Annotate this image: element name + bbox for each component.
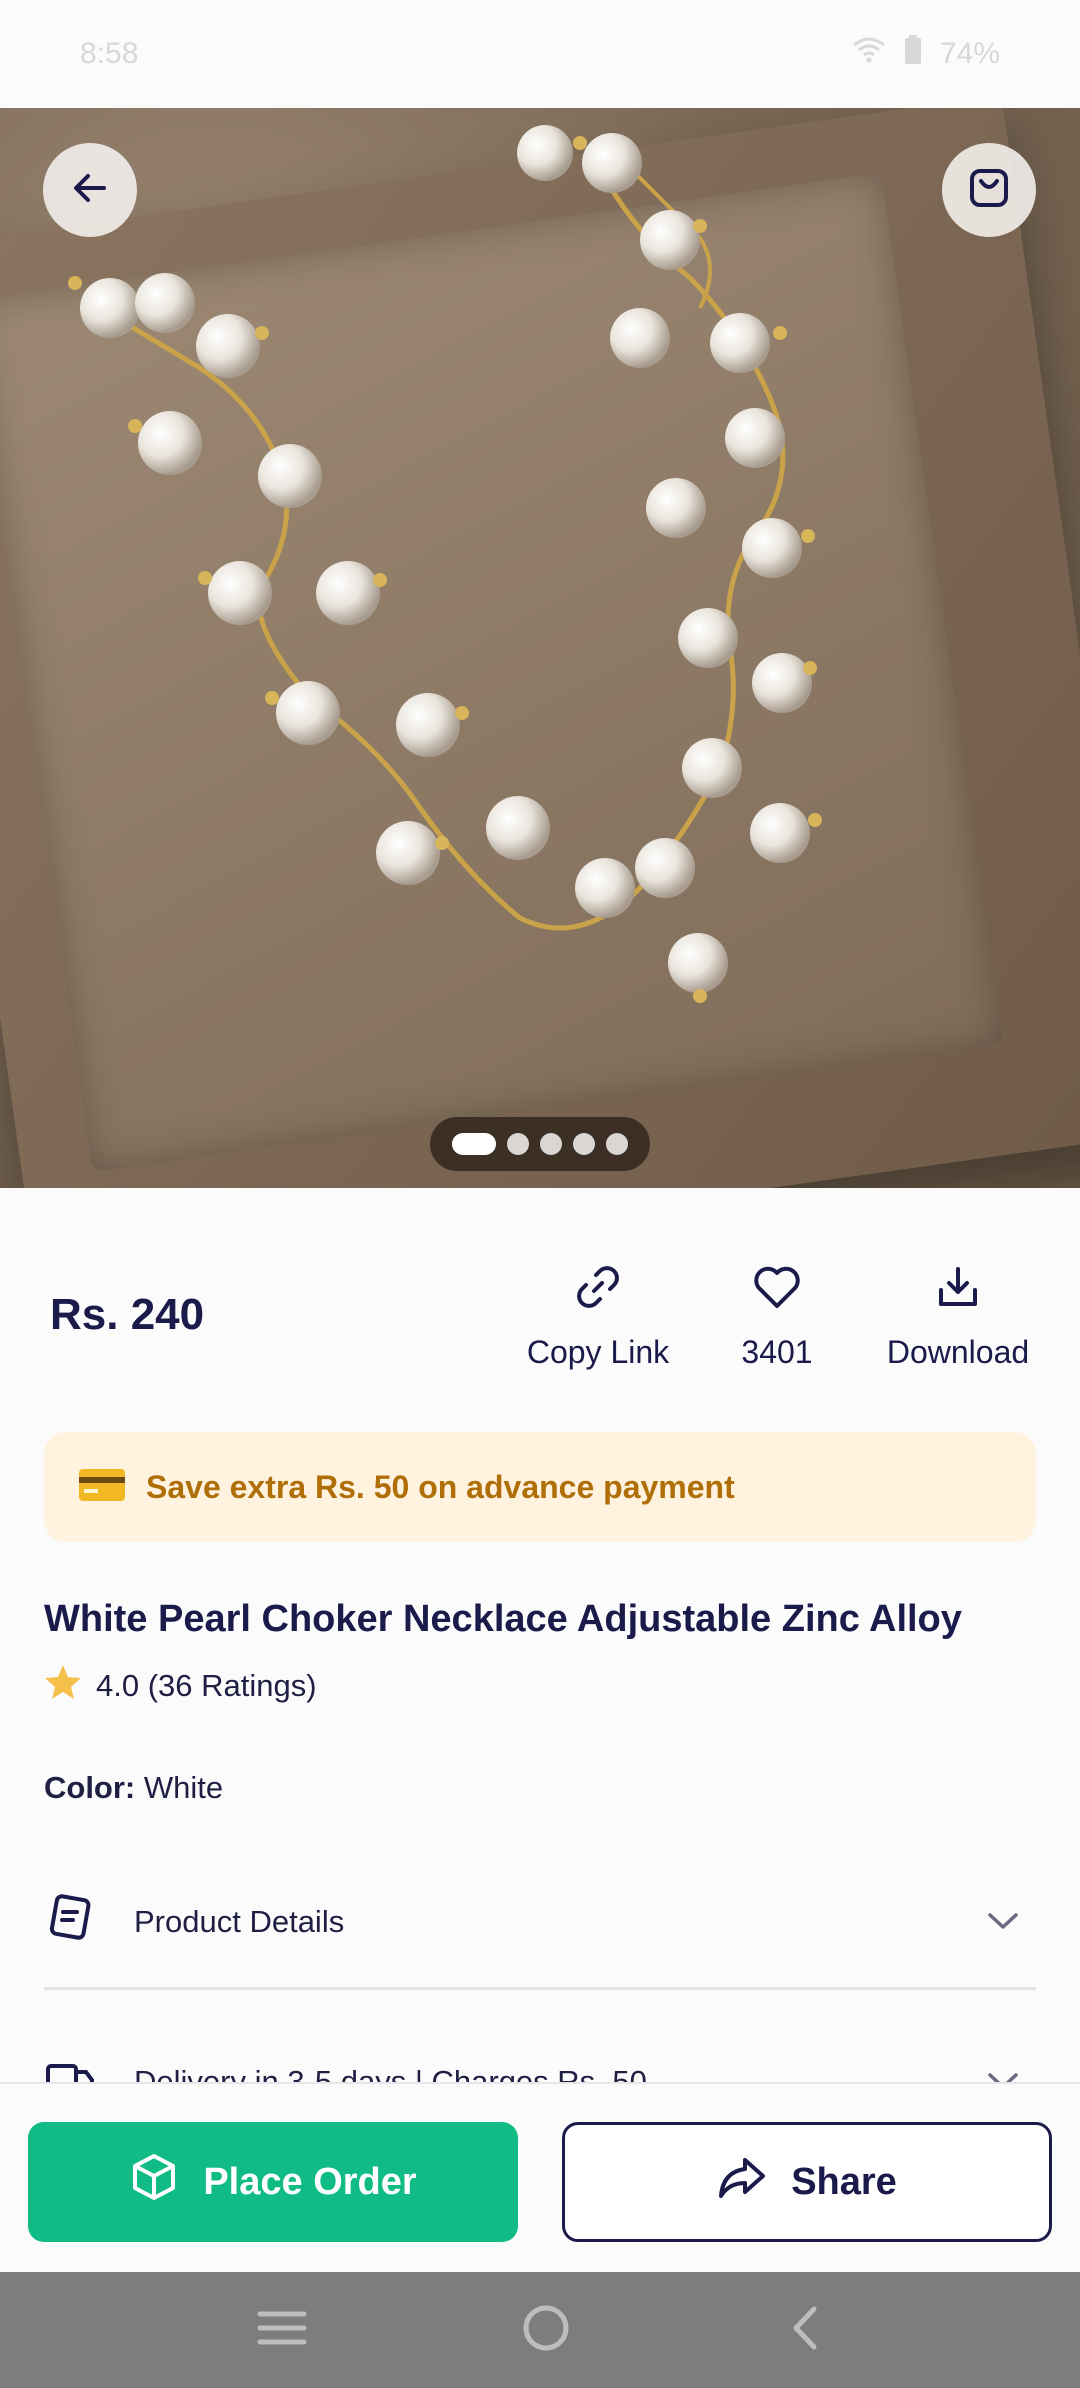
battery-icon <box>904 35 922 73</box>
back-button[interactable] <box>43 143 137 237</box>
gallery-dot-2[interactable] <box>507 1133 529 1155</box>
download-button[interactable]: Download <box>876 1262 1040 1371</box>
credit-card-icon <box>78 1467 126 1508</box>
chevron-down-icon <box>986 1904 1020 1940</box>
document-icon <box>44 1892 96 1952</box>
shopping-bag-icon <box>966 165 1012 216</box>
copy-link-label: Copy Link <box>526 1334 670 1370</box>
star-icon <box>44 1664 82 1708</box>
product-color: Color: White <box>44 1770 223 1806</box>
recent-apps-icon[interactable] <box>256 2308 308 2353</box>
share-arrow-icon <box>717 2154 767 2210</box>
copy-link-button[interactable]: Copy Link <box>520 1262 676 1371</box>
place-order-label: Place Order <box>203 2160 417 2203</box>
cart-button[interactable] <box>942 143 1036 237</box>
status-icons: 74% <box>852 35 1000 73</box>
gallery-dot-3[interactable] <box>540 1133 562 1155</box>
heart-icon <box>751 1262 803 1320</box>
gallery-dot-4[interactable] <box>573 1133 595 1155</box>
gallery-pagination <box>430 1117 650 1171</box>
home-icon[interactable] <box>521 2303 571 2358</box>
product-image-gallery[interactable] <box>0 108 1080 1188</box>
status-time: 8:58 <box>80 37 139 70</box>
share-button[interactable]: Share <box>562 2122 1052 2242</box>
advance-payment-banner: Save extra Rs. 50 on advance payment <box>44 1432 1036 1542</box>
color-value: White <box>143 1770 224 1805</box>
product-title: White Pearl Choker Necklace Adjustable Z… <box>44 1598 962 1640</box>
color-label: Color: <box>44 1770 136 1805</box>
gallery-dot-1[interactable] <box>452 1133 496 1155</box>
bottom-action-bar: Place Order Share <box>0 2082 1080 2272</box>
download-icon <box>933 1262 983 1320</box>
product-details-row[interactable]: Product Details <box>44 1890 1036 1954</box>
place-order-button[interactable]: Place Order <box>28 2122 518 2242</box>
download-label: Download <box>886 1334 1030 1370</box>
like-button[interactable]: 3401 <box>720 1262 834 1371</box>
link-icon <box>573 1262 623 1320</box>
product-details-label: Product Details <box>134 1904 345 1939</box>
share-label: Share <box>791 2160 897 2203</box>
gallery-dot-5[interactable] <box>606 1133 628 1155</box>
wifi-icon <box>852 37 886 71</box>
rating-text: 4.0 (36 Ratings) <box>96 1668 317 1703</box>
like-count: 3401 <box>741 1334 813 1370</box>
arrow-left-icon <box>68 166 112 215</box>
status-bar: 8:58 74% <box>0 0 1080 108</box>
section-divider <box>44 1987 1036 1990</box>
product-rating: 4.0 (36 Ratings) <box>44 1664 317 1708</box>
system-navigation-bar <box>0 2272 1080 2388</box>
pearl-necklace-illustration <box>68 125 822 1003</box>
promo-text: Save extra Rs. 50 on advance payment <box>146 1468 735 1505</box>
package-icon <box>129 2152 179 2212</box>
product-price: Rs. 240 <box>50 1290 205 1339</box>
back-nav-icon[interactable] <box>784 2303 824 2358</box>
battery-level: 74% <box>939 37 1000 70</box>
